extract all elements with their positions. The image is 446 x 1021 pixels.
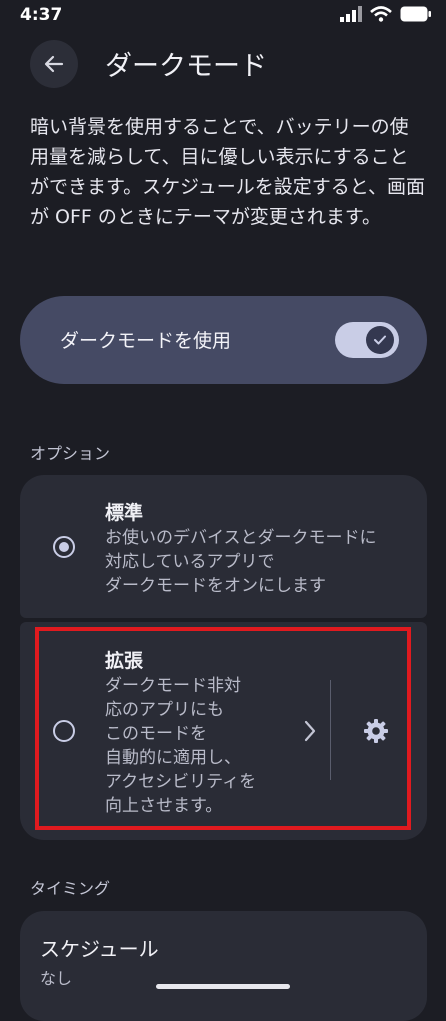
option-standard-title: 標準 [105, 502, 144, 524]
schedule-row[interactable]: スケジュール なし [20, 911, 427, 1021]
vertical-divider [330, 680, 331, 780]
options-card: 標準 お使いのデバイスとダークモードに 対応しているアプリで ダークモードをオン… [20, 475, 427, 840]
signal-icon [340, 6, 362, 22]
schedule-title: スケジュール [40, 937, 159, 961]
radio-extended[interactable] [53, 720, 75, 742]
wifi-icon [370, 6, 392, 22]
arrow-left-icon [44, 55, 64, 73]
options-section-label: オプション [30, 444, 111, 463]
option-extended-select[interactable]: 拡張 ダークモード非対 応のアプリにも このモードを 自動的に適用し、 アクセシ… [20, 622, 330, 840]
use-dark-mode-label: ダークモードを使用 [60, 330, 232, 352]
status-icons [340, 6, 432, 22]
timing-section-label: タイミング [30, 879, 111, 898]
status-time: 4:37 [20, 5, 63, 25]
option-standard-description: お使いのデバイスとダークモードに 対応しているアプリで ダークモードをオンにしま… [105, 528, 377, 596]
switch-thumb [366, 326, 394, 354]
use-dark-mode-toggle-row[interactable]: ダークモードを使用 [20, 296, 427, 384]
page-title: ダークモード [105, 51, 267, 82]
home-indicator[interactable] [156, 984, 290, 989]
option-extended: 拡張 ダークモード非対 応のアプリにも このモードを 自動的に適用し、 アクセシ… [20, 622, 427, 840]
status-bar: 4:37 [0, 0, 446, 34]
schedule-value: なし [40, 969, 73, 988]
radio-standard[interactable] [53, 536, 75, 558]
option-extended-description: ダークモード非対 応のアプリにも このモードを 自動的に適用し、 アクセシビリテ… [105, 676, 257, 816]
option-standard[interactable]: 標準 お使いのデバイスとダークモードに 対応しているアプリで ダークモードをオン… [20, 475, 427, 618]
gear-icon[interactable] [363, 718, 389, 744]
dark-mode-switch[interactable] [335, 322, 399, 358]
description-text: 暗い背景を使用することで、バッテリーの使用量を減らして、目に優しい表示にすること… [30, 116, 426, 228]
option-extended-title: 拡張 [105, 650, 144, 672]
battery-icon [400, 6, 431, 22]
chevron-right-icon[interactable] [303, 719, 317, 743]
back-button[interactable] [30, 40, 78, 88]
check-icon [374, 335, 386, 345]
